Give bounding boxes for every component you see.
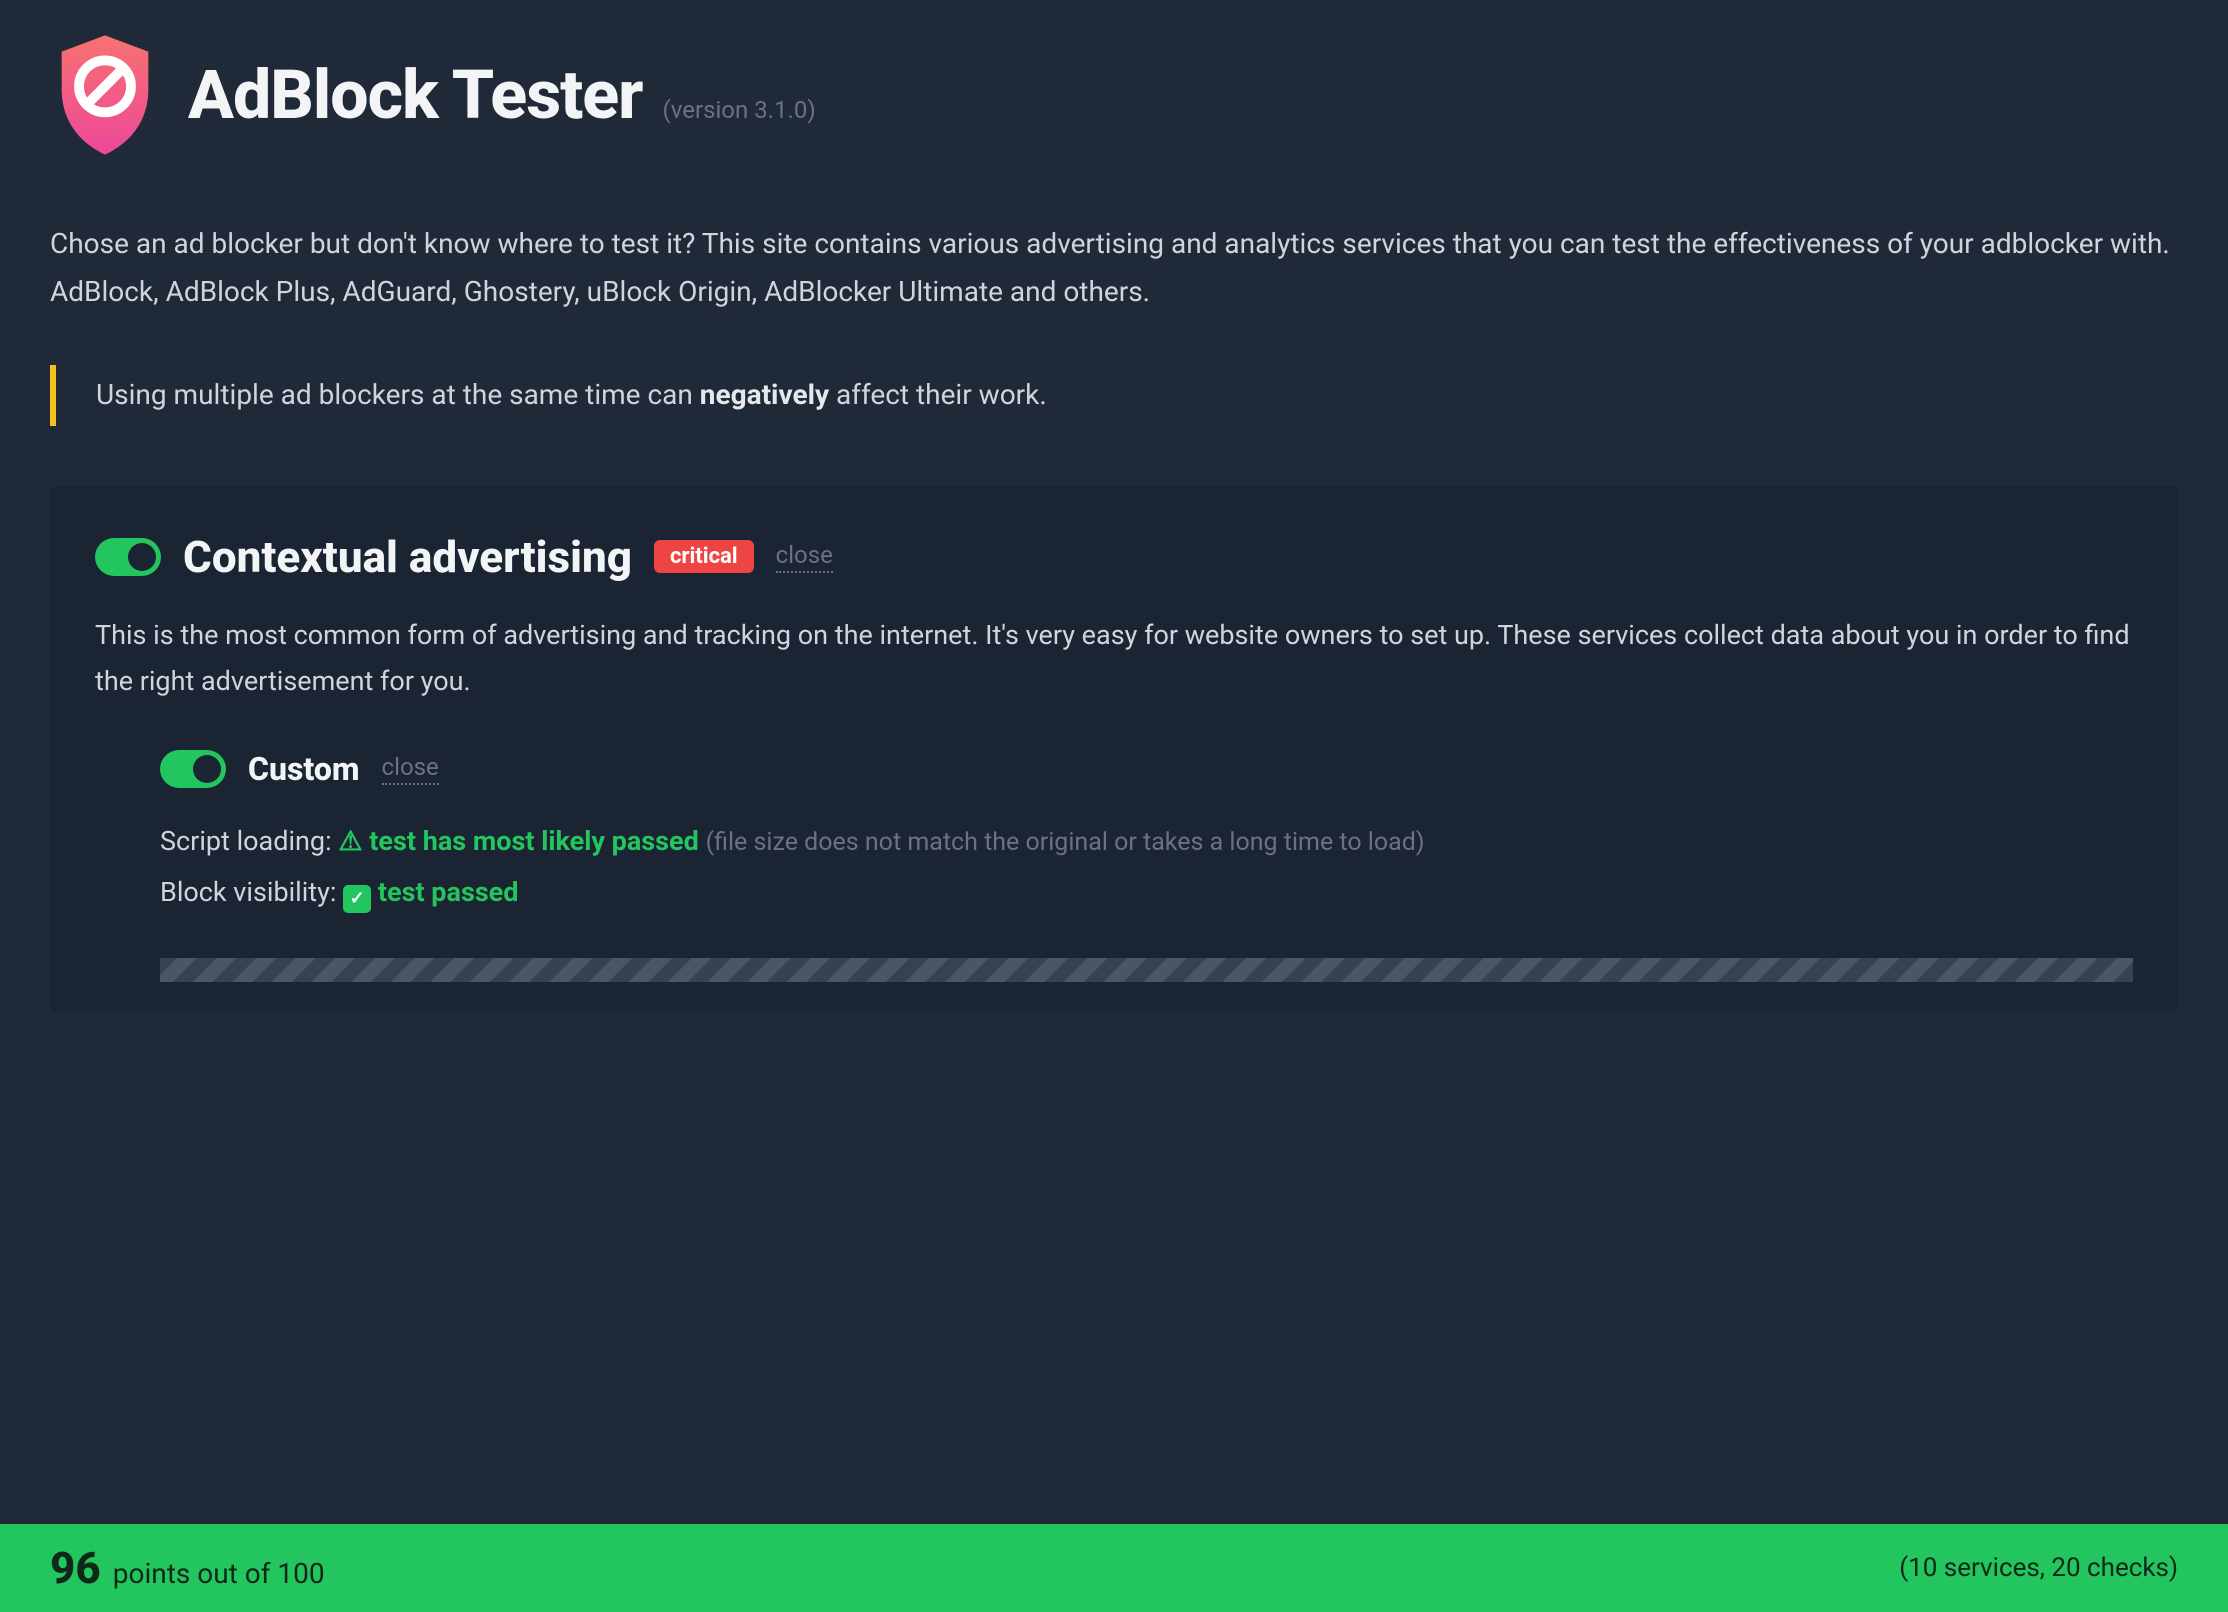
warning-callout: Using multiple ad blockers at the same t…: [50, 365, 2178, 426]
section-toggle[interactable]: [95, 538, 161, 576]
block-visibility-label: Block visibility:: [160, 876, 336, 908]
script-loading-result: test has most likely passed: [369, 825, 699, 857]
section-close-link[interactable]: close: [776, 541, 833, 573]
critical-badge: critical: [654, 540, 754, 573]
page-title: AdBlock Tester: [188, 55, 643, 135]
stripe-divider: [160, 958, 2133, 982]
section-description: This is the most common form of advertis…: [95, 613, 2133, 705]
warning-triangle-icon: ⚠: [338, 825, 362, 857]
subsection-title: Custom: [248, 750, 360, 788]
callout-strong: negatively: [700, 378, 829, 411]
subsection-toggle[interactable]: [160, 750, 226, 788]
custom-subsection: Custom close Script loading: ⚠ test has …: [95, 750, 2133, 983]
block-visibility-result: test passed: [378, 876, 519, 908]
intro-text: Chose an ad blocker but don't know where…: [50, 220, 2178, 315]
score-value: 96: [50, 1542, 101, 1594]
shield-logo-icon: [50, 30, 160, 160]
version-label: (version 3.1.0): [663, 96, 816, 124]
intro-line-2: AdBlock, AdBlock Plus, AdGuard, Ghostery…: [50, 268, 2178, 316]
checkmark-icon: ✓: [343, 885, 371, 913]
intro-line-1: Chose an ad blocker but don't know where…: [50, 220, 2178, 268]
score-bar: 96 points out of 100 (10 services, 20 ch…: [0, 1524, 2228, 1612]
script-loading-row: Script loading: ⚠ test has most likely p…: [160, 816, 2133, 867]
page-header: AdBlock Tester (version 3.1.0): [50, 30, 2178, 160]
block-visibility-row: Block visibility: ✓ test passed: [160, 867, 2133, 918]
callout-suffix: affect their work.: [829, 378, 1047, 411]
contextual-advertising-card: Contextual advertising critical close Th…: [50, 486, 2178, 1012]
script-loading-label: Script loading:: [160, 825, 332, 857]
section-title: Contextual advertising: [183, 531, 632, 583]
callout-prefix: Using multiple ad blockers at the same t…: [96, 378, 700, 411]
subsection-close-link[interactable]: close: [382, 753, 439, 785]
score-label: points out of 100: [113, 1557, 325, 1590]
script-loading-note: (file size does not match the original o…: [706, 828, 1425, 857]
score-summary: (10 services, 20 checks): [1899, 1553, 2178, 1583]
